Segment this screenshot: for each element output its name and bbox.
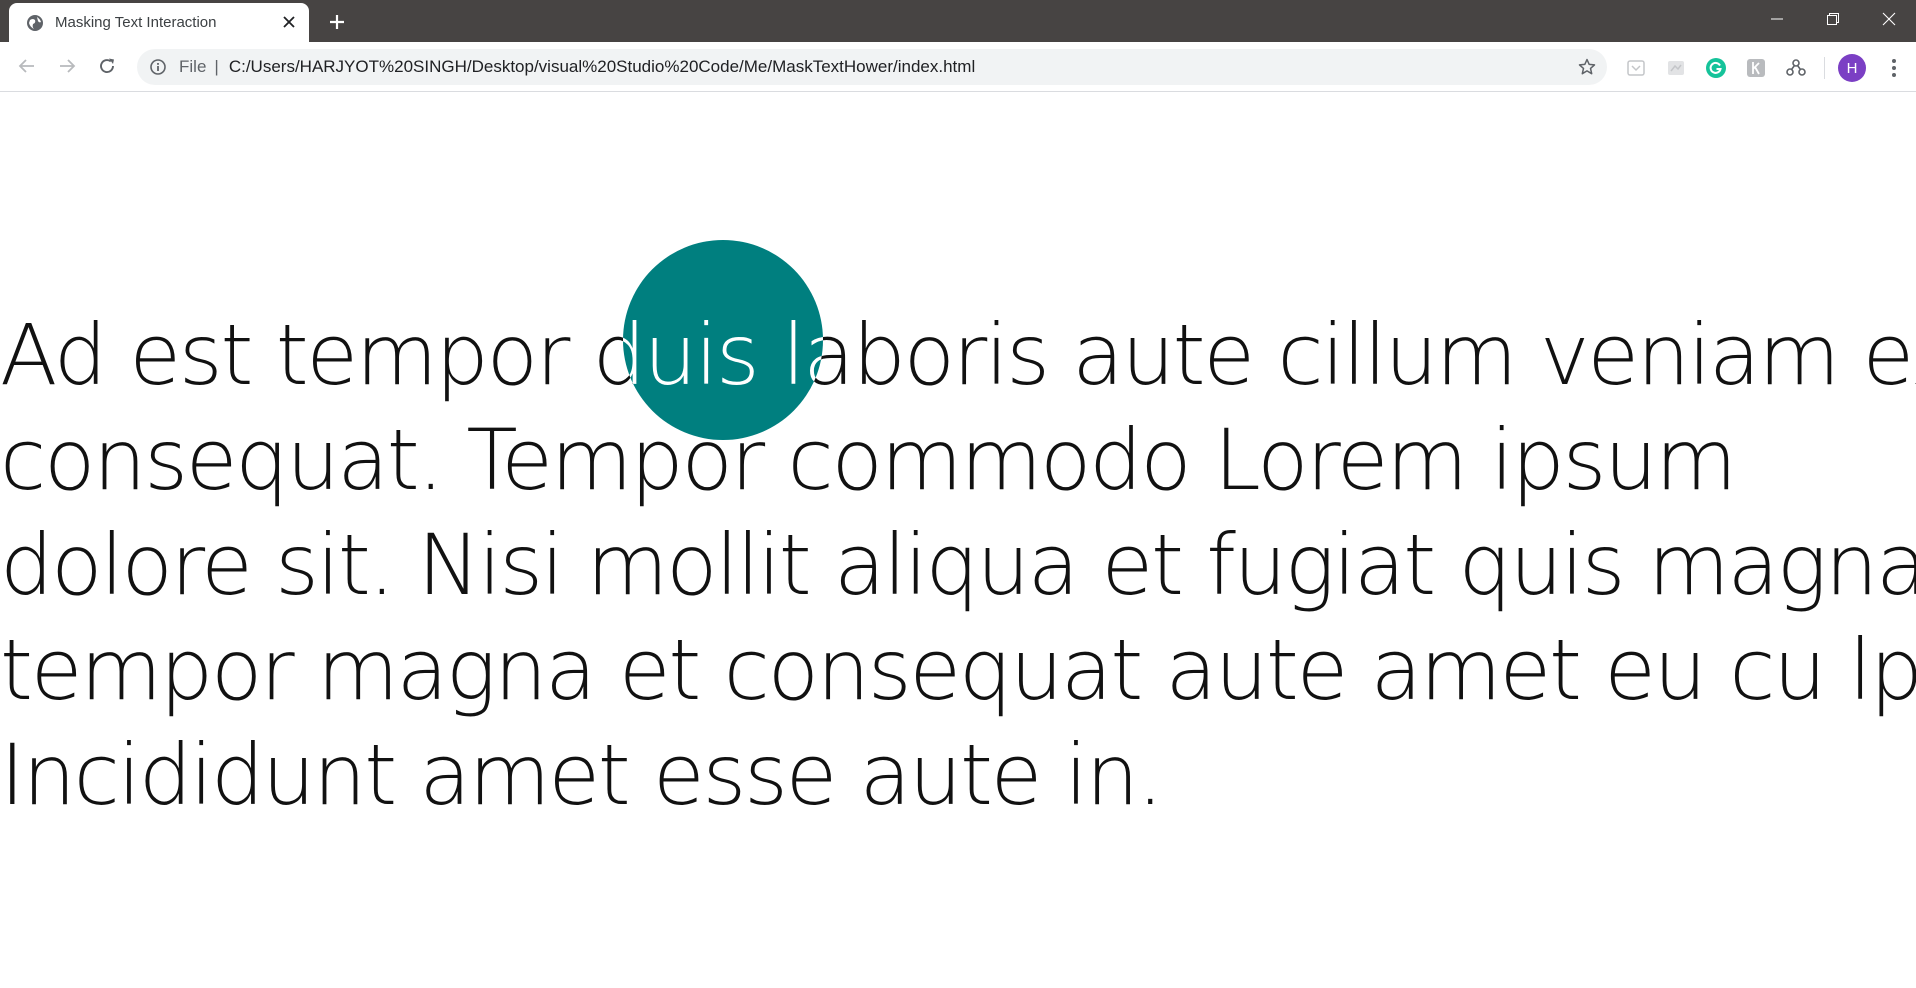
forward-arrow-icon bbox=[60, 59, 76, 73]
restore-icon bbox=[1827, 13, 1839, 25]
toolbar-divider bbox=[1824, 57, 1825, 79]
page-content: Ad est tempor duis laboris aute cillum v… bbox=[0, 93, 1916, 988]
restore-button[interactable] bbox=[1805, 0, 1861, 38]
globe-icon bbox=[25, 13, 45, 33]
browser-toolbar: File | C:/Users/HARJYOT%20SINGH/Desktop/… bbox=[0, 42, 1916, 92]
hover-mask-circle[interactable]: Ad est tempor duis laboris aute cillum v… bbox=[623, 240, 823, 440]
plus-icon bbox=[330, 15, 344, 29]
url-text[interactable]: C:/Users/HARJYOT%20SINGH/Desktop/visual%… bbox=[229, 57, 975, 77]
minimize-button[interactable] bbox=[1749, 0, 1805, 38]
masked-text-line: Ad est tempor duis laboris aute cillum v… bbox=[623, 306, 823, 404]
close-icon bbox=[1882, 12, 1896, 26]
address-bar[interactable]: File | C:/Users/HARJYOT%20SINGH/Desktop/… bbox=[137, 49, 1607, 85]
new-tab-button[interactable] bbox=[323, 8, 351, 36]
info-icon[interactable] bbox=[149, 58, 167, 76]
network-icon[interactable] bbox=[1785, 57, 1807, 79]
minimize-icon bbox=[1771, 18, 1783, 20]
snip-icon[interactable] bbox=[1665, 57, 1687, 79]
text-line: dolore sit. Nisi mollit aliqua et fugiat… bbox=[0, 516, 1916, 614]
text-line: consequat. Tempor commodo Lorem ipsum bbox=[0, 411, 1737, 509]
window-close-button[interactable] bbox=[1861, 0, 1916, 38]
masked-text-line: consequat. Tempor commodo Lorem ipsum bbox=[623, 408, 823, 440]
browser-menu-button[interactable] bbox=[1880, 54, 1908, 82]
kebab-menu-icon bbox=[1892, 59, 1896, 77]
tab-strip: Masking Text Interaction bbox=[0, 0, 1916, 42]
profile-avatar[interactable]: H bbox=[1838, 54, 1866, 82]
k-extension-icon[interactable] bbox=[1745, 57, 1767, 79]
forward-button[interactable] bbox=[52, 51, 82, 81]
tab-masking-text[interactable]: Masking Text Interaction bbox=[9, 3, 309, 42]
masked-paragraph-text: Ad est tempor duis laboris aute cillum v… bbox=[623, 303, 823, 440]
reload-icon bbox=[100, 58, 114, 73]
back-button[interactable] bbox=[12, 51, 42, 81]
scheme-separator: | bbox=[214, 57, 219, 76]
text-line: Ad est tempor duis laboris aute cillum v… bbox=[0, 306, 1916, 404]
bookmark-star-icon[interactable] bbox=[1577, 57, 1597, 77]
tab-title: Masking Text Interaction bbox=[55, 14, 217, 31]
scheme-label: File bbox=[179, 57, 207, 76]
text-line: tempor magna et consequat aute amet eu c… bbox=[0, 621, 1916, 719]
text-line: Incididunt amet esse aute in. bbox=[0, 726, 1164, 824]
grammarly-icon[interactable] bbox=[1705, 57, 1727, 79]
reload-button[interactable] bbox=[92, 51, 122, 81]
paragraph-text: Ad est tempor duis laboris aute cillum v… bbox=[0, 303, 1916, 828]
back-arrow-icon bbox=[18, 59, 34, 73]
close-icon[interactable] bbox=[279, 12, 299, 32]
pocket-icon[interactable] bbox=[1625, 57, 1647, 79]
